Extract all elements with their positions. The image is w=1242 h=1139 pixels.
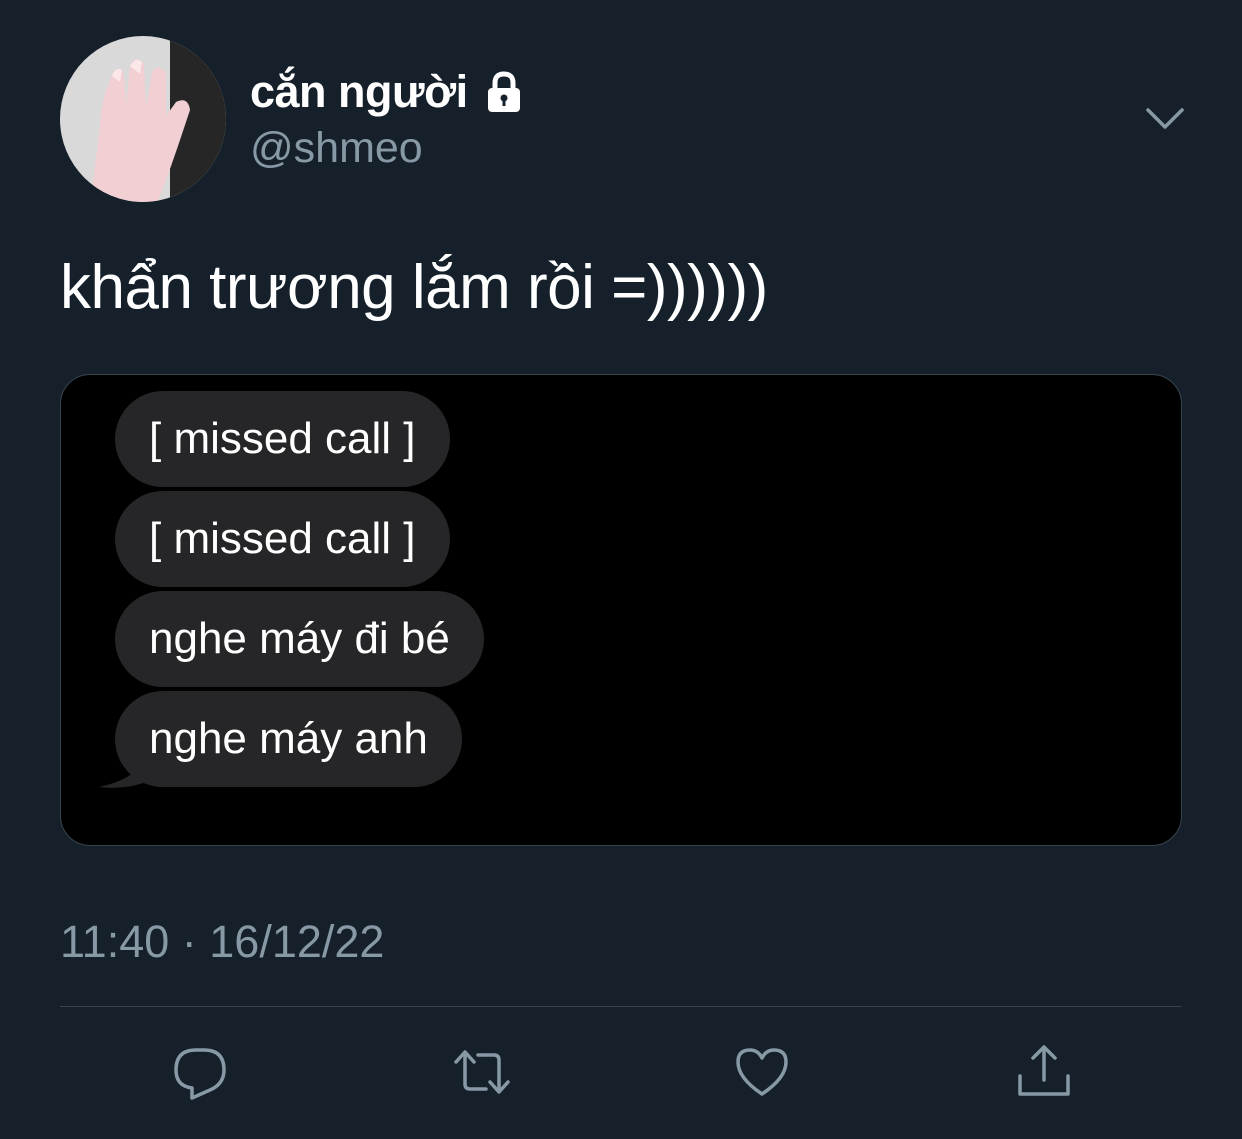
message-bubble: nghe máy đi bé bbox=[115, 591, 484, 687]
retweet-icon bbox=[454, 1050, 510, 1094]
share-button[interactable] bbox=[1012, 1040, 1076, 1104]
chevron-down-icon[interactable] bbox=[1140, 98, 1190, 138]
author-name-row: cắn người bbox=[250, 62, 526, 122]
reply-icon bbox=[174, 1048, 226, 1100]
like-button[interactable] bbox=[730, 1040, 794, 1104]
reply-button[interactable] bbox=[168, 1040, 232, 1104]
tweet-timestamp[interactable]: 11:40 · 16/12/22 bbox=[60, 916, 384, 968]
message-bubble: nghe máy anh bbox=[115, 691, 462, 787]
tweet-text: khẩn trương lắm rồi =)))))) bbox=[60, 253, 768, 322]
retweet-button[interactable] bbox=[450, 1040, 514, 1104]
handle[interactable]: @shmeo bbox=[250, 124, 423, 173]
tweet-media-image[interactable]: [ missed call ] [ missed call ] nghe máy… bbox=[60, 374, 1182, 846]
lock-icon bbox=[482, 70, 526, 114]
avatar[interactable] bbox=[60, 36, 226, 202]
share-icon bbox=[1018, 1045, 1070, 1096]
display-name[interactable]: cắn người bbox=[250, 66, 468, 118]
avatar-hand-photo bbox=[60, 36, 226, 202]
heart-icon bbox=[736, 1048, 788, 1096]
message-bubble: [ missed call ] bbox=[115, 391, 450, 487]
message-bubble: [ missed call ] bbox=[115, 491, 450, 587]
divider bbox=[60, 1006, 1182, 1007]
